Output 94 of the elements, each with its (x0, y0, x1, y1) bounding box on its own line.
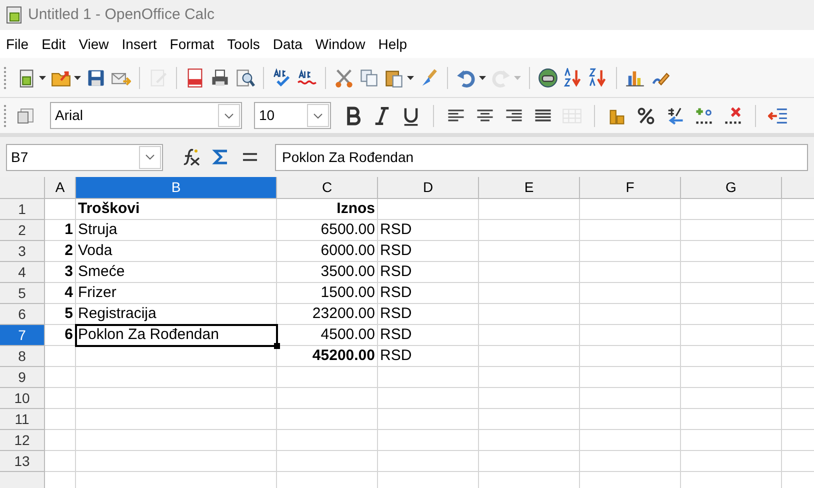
menu-item[interactable]: Edit (42, 34, 66, 54)
row-header[interactable]: 4 (0, 262, 45, 283)
table-cell: 6 (45, 325, 76, 346)
menu-item[interactable]: Insert (122, 34, 157, 54)
row-header[interactable]: 5 (0, 283, 45, 304)
dropdown-arrow-icon[interactable] (407, 76, 414, 80)
row-header[interactable]: 8 (0, 346, 45, 367)
delete-decimal-icon[interactable] (723, 106, 743, 126)
sort-ascending-icon[interactable] (563, 68, 583, 88)
table-cell: Troškovi (76, 199, 277, 220)
column-header[interactable]: E (479, 177, 580, 199)
percent-icon[interactable] (636, 106, 656, 126)
column-header[interactable]: C (277, 177, 378, 199)
table-cell: RSD (378, 346, 479, 367)
table-cell: RSD (378, 262, 479, 283)
row-header[interactable]: 13 (0, 451, 45, 472)
table-cell: 6500.00 (277, 220, 378, 241)
menu-item[interactable]: View (78, 34, 109, 54)
outdent-icon[interactable] (768, 106, 788, 126)
column-header[interactable]: D (378, 177, 479, 199)
row-header[interactable]: 1 (0, 199, 45, 220)
column-header[interactable]: G (681, 177, 782, 199)
table-cell (45, 430, 76, 451)
table-cell: 4 (45, 283, 76, 304)
dropdown-arrow-icon[interactable] (39, 76, 46, 80)
row-header[interactable]: 6 (0, 304, 45, 325)
name-box[interactable]: B7 (6, 144, 163, 170)
undo-icon[interactable] (456, 68, 476, 88)
pdf-icon[interactable] (185, 68, 205, 88)
scissors-icon[interactable] (334, 68, 354, 88)
table-cell: 2 (45, 241, 76, 262)
row-header[interactable]: 3 (0, 241, 45, 262)
window-title: Untitled 1 - OpenOffice Calc (28, 4, 214, 25)
table-cell: RSD (378, 220, 479, 241)
menu-item[interactable]: Window (315, 34, 366, 54)
table-cell: 4500.00 (277, 325, 378, 346)
table-cell: RSD (378, 241, 479, 262)
chevron-down-icon[interactable] (145, 154, 155, 160)
table-cell: Struja (76, 220, 277, 241)
row-header[interactable]: 11 (0, 409, 45, 430)
app-icon (4, 5, 24, 25)
table-cell: Iznos (277, 199, 378, 220)
menu-item[interactable]: Help (378, 34, 407, 54)
magnifier-page-icon[interactable] (235, 68, 255, 88)
column-header[interactable]: A (45, 177, 76, 199)
table-cell (45, 409, 76, 430)
dropdown-arrow-icon[interactable] (74, 76, 81, 80)
globe-icon[interactable] (538, 68, 558, 88)
sort-descending-icon[interactable] (588, 68, 608, 88)
table-cell: Registracija (76, 304, 277, 325)
table-cell: 1 (45, 220, 76, 241)
menu-item[interactable]: Tools (227, 34, 260, 54)
menu-item[interactable]: Data (272, 34, 302, 54)
chevron-down-icon[interactable] (313, 112, 323, 118)
table-cell: Voda (76, 241, 277, 262)
row-header[interactable]: 9 (0, 367, 45, 388)
row-header[interactable]: 10 (0, 388, 45, 409)
table-cell: RSD (378, 304, 479, 325)
column-header[interactable]: F (580, 177, 681, 199)
table-cell: Poklon Za Rođendan (76, 325, 277, 346)
menu-item[interactable]: Format (170, 34, 214, 54)
table-cell (45, 367, 76, 388)
table-cell: 5 (45, 304, 76, 325)
table-cell (45, 451, 76, 472)
formula-input[interactable]: Poklon Za Rođendan (275, 144, 808, 170)
row-header[interactable]: 7 (0, 325, 45, 346)
equals-icon[interactable] (241, 150, 259, 164)
table-cell: RSD (378, 283, 479, 304)
spellcheck-icon[interactable] (272, 68, 292, 88)
font-size-field[interactable]: 10 (254, 102, 331, 129)
table-cell: 23200.00 (277, 304, 378, 325)
row-header[interactable]: 2 (0, 220, 45, 241)
table-cell: 45200.00 (277, 346, 378, 367)
autospellcheck-icon[interactable] (297, 68, 317, 88)
table-cell: Smeće (76, 262, 277, 283)
save-icon[interactable] (86, 68, 106, 88)
chevron-down-icon[interactable] (224, 112, 234, 118)
table-cell: RSD (378, 325, 479, 346)
styles-icon[interactable] (16, 106, 36, 126)
table-cell: Frizer (76, 283, 277, 304)
table-cell: 1500.00 (277, 283, 378, 304)
printer-icon[interactable] (210, 68, 230, 88)
dropdown-arrow-icon[interactable] (479, 76, 486, 80)
table-cell: 6000.00 (277, 241, 378, 262)
column-header[interactable]: B (76, 177, 277, 199)
menu-item[interactable]: File (6, 34, 29, 54)
copy-icon[interactable] (359, 68, 379, 88)
add-decimal-icon[interactable] (694, 106, 714, 126)
fill-handle[interactable] (274, 343, 280, 349)
table-cell: 3500.00 (277, 262, 378, 283)
font-name-field[interactable]: Arial (50, 102, 242, 129)
table-cell (45, 388, 76, 409)
row-header[interactable]: 12 (0, 430, 45, 451)
table-cell: 3 (45, 262, 76, 283)
